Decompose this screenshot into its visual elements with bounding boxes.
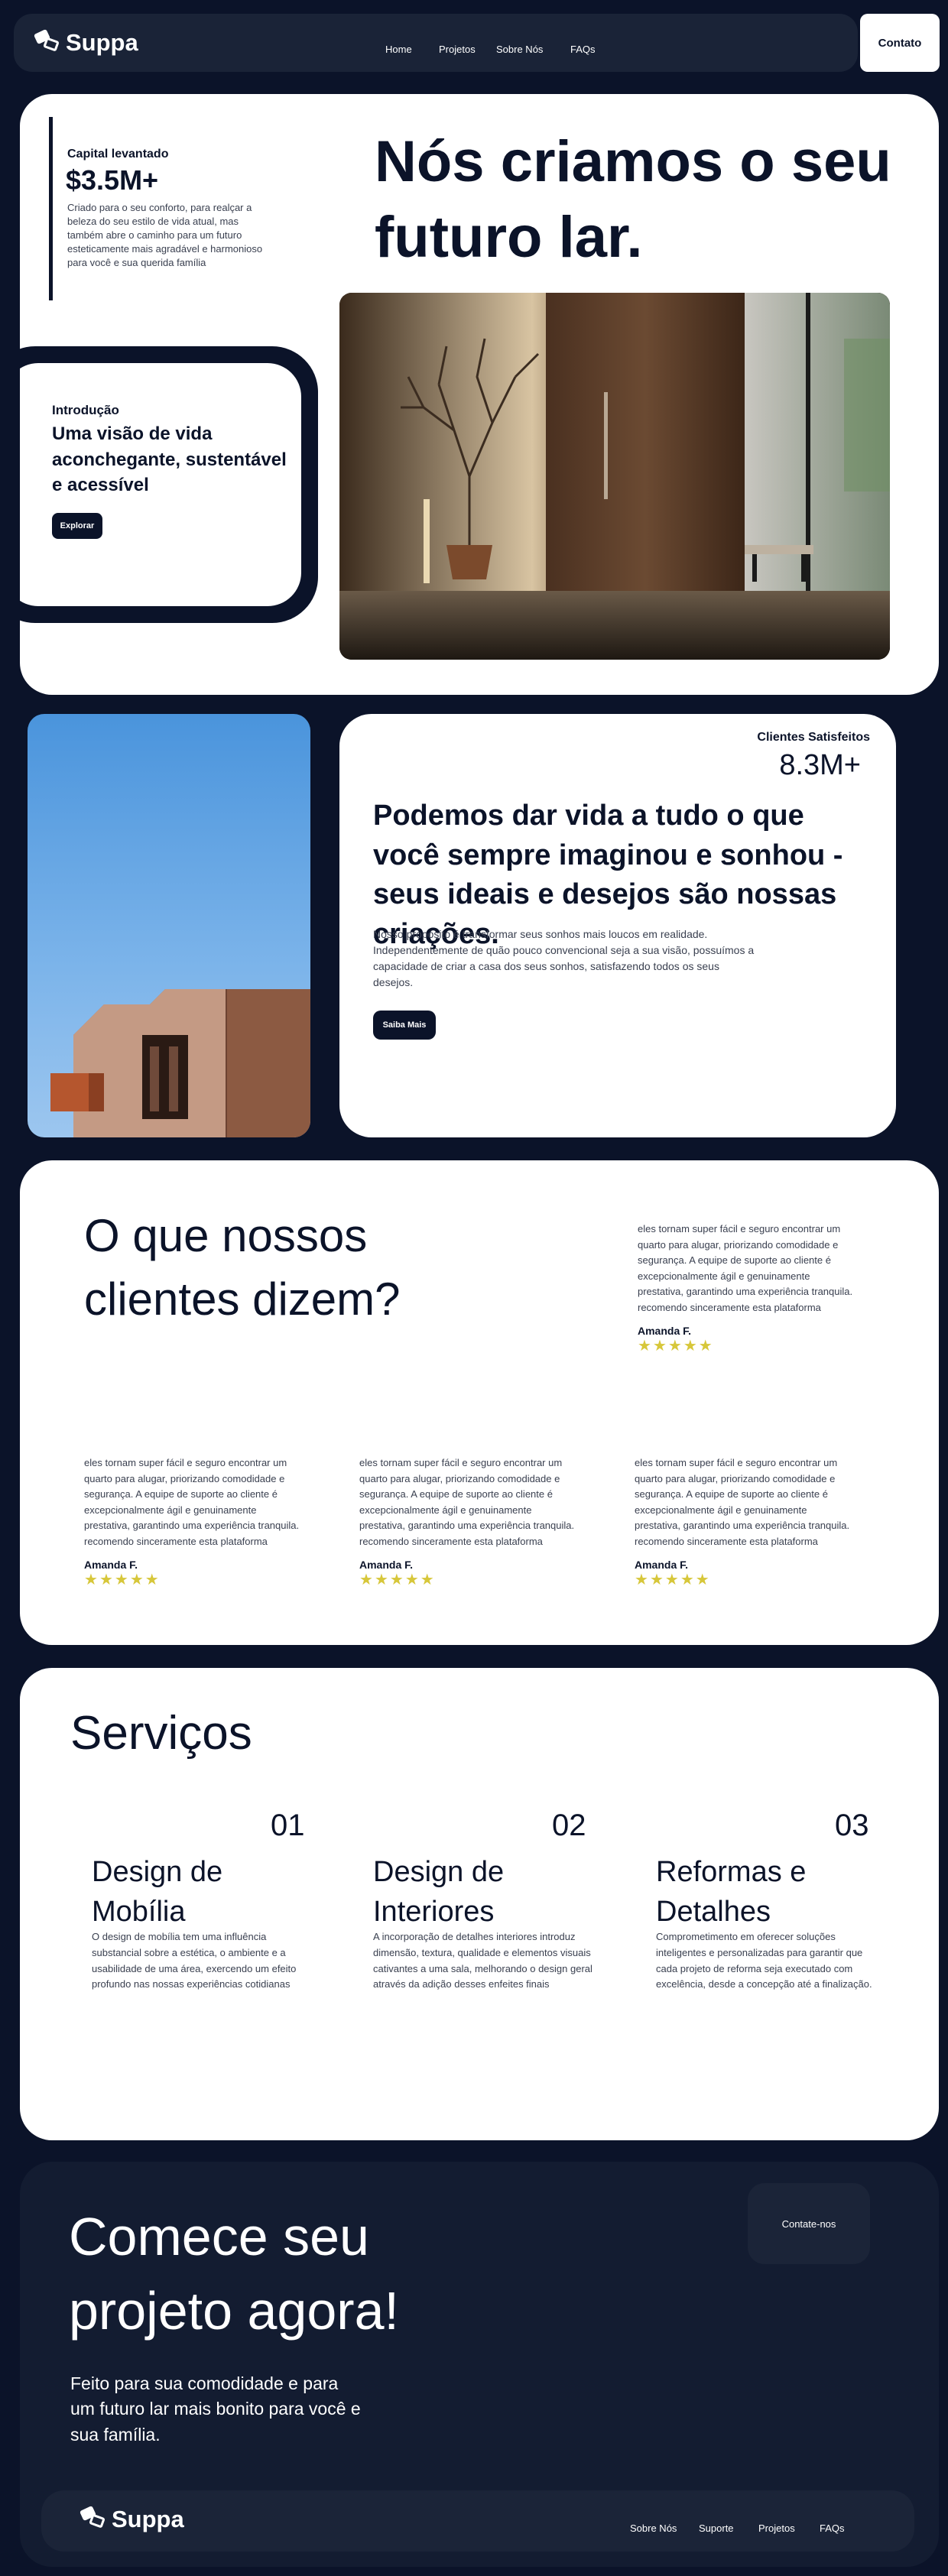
contato-button[interactable]: Contato	[860, 14, 940, 72]
star-icon: ★	[698, 1338, 713, 1355]
star-icon: ★	[99, 1572, 113, 1589]
testimonial-card: eles tornam super fácil e seguro encontr…	[84, 1455, 304, 1588]
star-icon: ★	[114, 1572, 128, 1589]
intro-frame: Introdução Uma visão de vida aconchegant…	[20, 346, 318, 623]
footer-link-sobre-nos[interactable]: Sobre Nós	[630, 2522, 677, 2534]
capital-label: Capital levantado	[67, 148, 169, 161]
star-icon: ★	[84, 1572, 98, 1589]
clients-stat-label: Clientes Satisfeitos	[757, 731, 870, 744]
service-name: Design de Interiores	[373, 1856, 505, 1928]
service-name: Reformas e Detalhes	[656, 1856, 807, 1928]
star-icon: ★	[652, 1338, 667, 1355]
star-icon: ★	[695, 1572, 709, 1589]
footer-brand-logo[interactable]: Suppa	[79, 2505, 184, 2533]
star-icon: ★	[635, 1572, 648, 1589]
hero-interior-image	[339, 293, 890, 660]
service-name: Design de Mobília	[92, 1856, 223, 1928]
nav-link-faqs[interactable]: FAQs	[570, 44, 596, 55]
logo-icon	[33, 28, 61, 54]
rating-stars: ★ ★ ★ ★ ★	[638, 1338, 858, 1354]
building-illustration	[50, 989, 310, 1137]
rating-stars: ★ ★ ★ ★ ★	[359, 1572, 580, 1588]
about-description: Nosso propósito é transformar seus sonho…	[373, 928, 755, 988]
hero-section: Capital levantado $3.5M+ Criado para o s…	[20, 94, 939, 695]
intro-card: Introdução Uma visão de vida aconchegant…	[20, 363, 301, 606]
star-icon: ★	[404, 1572, 419, 1589]
footer-brand-name: Suppa	[112, 2506, 184, 2532]
service-number: 03	[835, 1809, 869, 1842]
capital-description: Criado para o seu conforto, para realçar…	[67, 202, 263, 268]
testimonial-text: eles tornam super fácil e seguro encontr…	[635, 1457, 850, 1547]
footer-link-projetos[interactable]: Projetos	[758, 2522, 795, 2534]
stat-accent-bar	[49, 117, 53, 300]
cta-section: Comece seu projeto agora! Feito para sua…	[20, 2162, 939, 2567]
contate-nos-button[interactable]: Contate-nos	[748, 2183, 870, 2264]
about-section: Clientes Satisfeitos 8.3M+ Podemos dar v…	[339, 714, 896, 1137]
testimonials-section: O que nossos clientes dizem? eles tornam…	[20, 1160, 939, 1645]
building-image	[28, 714, 310, 1137]
star-icon: ★	[638, 1338, 651, 1355]
nav-link-home[interactable]: Home	[385, 44, 412, 55]
intro-title: Uma visão de vida aconchegante, sustentá…	[52, 423, 287, 496]
star-icon: ★	[374, 1572, 388, 1589]
top-navbar: Suppa Home Projetos Sobre Nós FAQs	[14, 14, 858, 72]
star-icon: ★	[144, 1572, 159, 1589]
footer-link-suporte[interactable]: Suporte	[699, 2522, 734, 2534]
testimonial-author: Amanda F.	[359, 1559, 414, 1572]
saiba-mais-button[interactable]: Saiba Mais	[373, 1011, 436, 1040]
testimonial-author: Amanda F.	[635, 1559, 689, 1572]
rating-stars: ★ ★ ★ ★ ★	[84, 1572, 304, 1588]
star-icon: ★	[664, 1572, 679, 1589]
testimonials-title: O que nossos clientes dizem?	[84, 1210, 401, 1325]
star-icon: ★	[649, 1572, 664, 1589]
intro-label: Introdução	[52, 403, 119, 417]
testimonial-author: Amanda F.	[638, 1325, 692, 1338]
star-icon: ★	[420, 1572, 434, 1589]
services-section: Serviços 01 Design de Mobília O design d…	[20, 1668, 939, 2140]
testimonial-text: eles tornam super fácil e seguro encontr…	[638, 1223, 853, 1313]
testimonial-text: eles tornam super fácil e seguro encontr…	[84, 1457, 300, 1547]
logo-icon	[79, 2505, 107, 2531]
capital-value: $3.5M+	[66, 164, 159, 196]
service-description: A incorporação de detalhes interiores in…	[373, 1931, 592, 1990]
star-icon: ★	[680, 1572, 694, 1589]
brand-name: Suppa	[66, 29, 138, 56]
testimonial-author: Amanda F.	[84, 1559, 138, 1572]
explorar-button[interactable]: Explorar	[52, 513, 102, 539]
services-title: Serviços	[70, 1707, 252, 1760]
testimonial-text: eles tornam super fácil e seguro encontr…	[359, 1457, 575, 1547]
cta-description: Feito para sua comodidade e para um futu…	[70, 2373, 361, 2445]
hero-title: Nós criamos o seu futuro lar.	[375, 129, 891, 270]
testimonial-card: eles tornam super fácil e seguro encontr…	[638, 1221, 858, 1354]
rating-stars: ★ ★ ★ ★ ★	[635, 1572, 855, 1588]
footer: Suppa Sobre Nós Suporte Projetos FAQs	[41, 2490, 914, 2552]
star-icon: ★	[683, 1338, 697, 1355]
clients-stat-value: 8.3M+	[779, 749, 861, 781]
nav-link-sobre-nos[interactable]: Sobre Nós	[496, 44, 543, 55]
interior-illustration	[339, 293, 890, 660]
testimonial-card: eles tornam super fácil e seguro encontr…	[635, 1455, 855, 1588]
service-description: Comprometimento em oferecer soluções int…	[656, 1931, 872, 1990]
nav-link-projetos[interactable]: Projetos	[439, 44, 476, 55]
service-number: 02	[552, 1809, 586, 1842]
service-number: 01	[271, 1809, 305, 1842]
cta-title: Comece seu projeto agora!	[69, 2207, 399, 2341]
star-icon: ★	[389, 1572, 404, 1589]
star-icon: ★	[359, 1572, 373, 1589]
footer-link-faqs[interactable]: FAQs	[820, 2522, 845, 2534]
star-icon: ★	[129, 1572, 144, 1589]
brand-logo[interactable]: Suppa	[33, 28, 138, 57]
testimonial-card: eles tornam super fácil e seguro encontr…	[359, 1455, 580, 1588]
service-description: O design de mobília tem uma influência s…	[92, 1931, 297, 1990]
star-icon: ★	[667, 1338, 682, 1355]
